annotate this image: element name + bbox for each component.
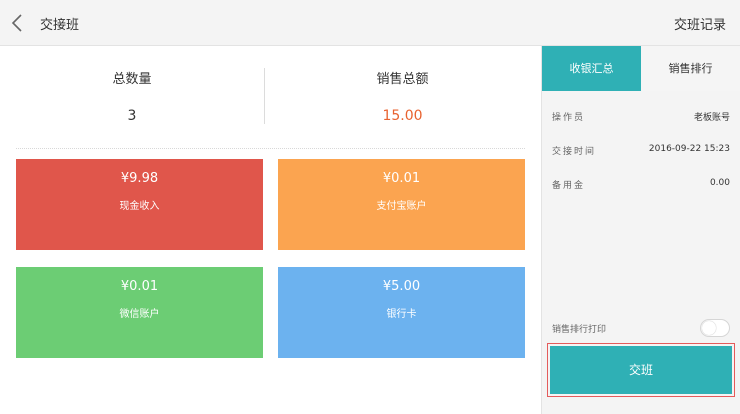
handover-button-frame: 交班: [547, 343, 735, 397]
total-quantity-stat: 总数量 3: [0, 46, 264, 146]
petty-cash-row: 备用金 0.00: [552, 178, 730, 194]
top-bar: 交接班 交班记录: [0, 0, 740, 46]
print-ranking-row: 销售排行打印: [552, 319, 730, 337]
handover-button[interactable]: 交班: [550, 346, 732, 394]
handover-time-row: 交接时间 2016-09-22 15:23: [552, 144, 730, 160]
chevron-left-icon: [8, 10, 32, 36]
alipay-account-amount: ¥0.01: [382, 171, 421, 186]
total-sales-label: 销售总额: [376, 72, 429, 87]
total-quantity-value: 3: [127, 108, 137, 124]
page-title: 交接班: [40, 18, 80, 33]
cash-income-tile[interactable]: ¥9.98 现金收入: [16, 159, 263, 250]
alipay-account-label: 支付宝账户: [376, 201, 427, 212]
side-panel: 收银汇总 销售排行 操作员 老板账号 交接时间 2016-09-22 15:23…: [541, 46, 740, 414]
bank-card-label: 银行卡: [386, 309, 417, 320]
bank-card-amount: ¥5.00: [382, 279, 421, 294]
wechat-account-amount: ¥0.01: [120, 279, 159, 294]
total-quantity-label: 总数量: [112, 72, 152, 87]
operator-label: 操作员: [552, 113, 586, 123]
total-sales-stat: 销售总额 15.00: [265, 46, 540, 146]
handover-screen: 交接班 交班记录 总数量 3 销售总额 15.00 ¥9.98 现金收入 ¥0.…: [0, 0, 740, 414]
tab-cashier-summary[interactable]: 收银汇总: [542, 46, 641, 91]
wechat-account-label: 微信账户: [119, 309, 160, 320]
total-sales-value: 15.00: [382, 108, 423, 124]
handover-records-link[interactable]: 交班记录: [674, 14, 726, 33]
wechat-account-tile[interactable]: ¥0.01 微信账户: [16, 267, 263, 358]
panel-tabs: 收银汇总 销售排行: [542, 46, 740, 91]
toggle-knob: [702, 321, 716, 335]
bank-card-tile[interactable]: ¥5.00 银行卡: [278, 267, 525, 358]
cash-income-label: 现金收入: [119, 201, 160, 212]
print-ranking-label: 销售排行打印: [552, 325, 607, 335]
tab-sales-ranking[interactable]: 销售排行: [641, 46, 740, 91]
print-ranking-toggle[interactable]: [700, 319, 730, 337]
operator-value: 老板账号: [693, 113, 730, 123]
operator-row: 操作员 老板账号: [552, 110, 730, 126]
petty-cash-label: 备用金: [552, 181, 586, 191]
summary-area: 总数量 3 销售总额 15.00 ¥9.98 现金收入 ¥0.01 支付宝账户 …: [0, 46, 540, 414]
dotted-divider: [16, 148, 525, 149]
back-button[interactable]: [8, 10, 32, 36]
cash-income-amount: ¥9.98: [120, 171, 159, 186]
handover-time-value: 2016-09-22 15:23: [648, 144, 730, 154]
handover-time-label: 交接时间: [552, 147, 597, 157]
alipay-account-tile[interactable]: ¥0.01 支付宝账户: [278, 159, 525, 250]
petty-cash-value: 0.00: [709, 178, 730, 188]
